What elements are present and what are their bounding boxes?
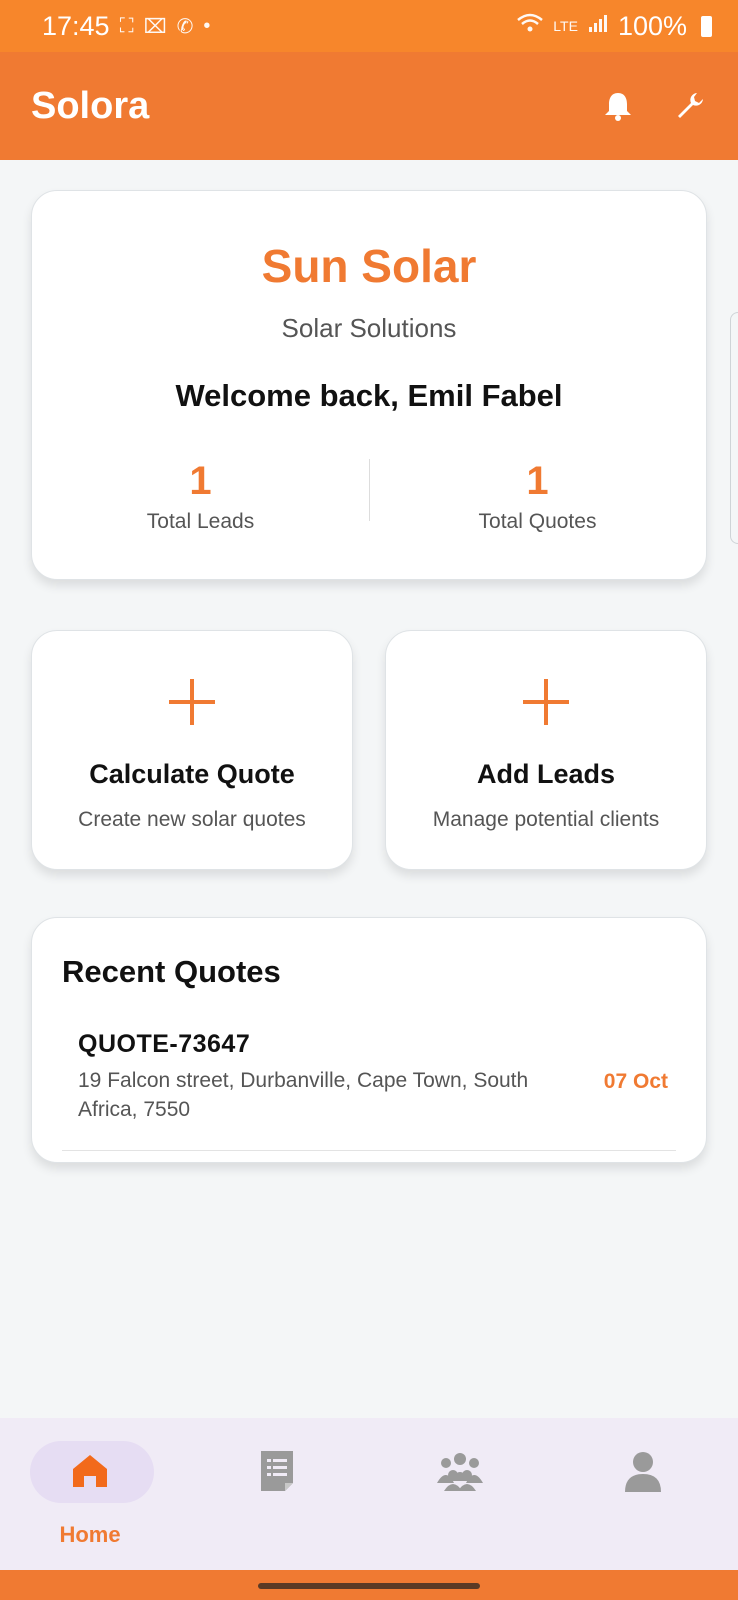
quotes-document-icon [259,1449,295,1498]
status-bar: 17:45 ⛶ ⌧ ✆ • LTE 100% [0,0,738,52]
profile-icon [623,1450,663,1497]
wrench-icon[interactable] [672,88,708,124]
stats-row: 1 Total Leads 1 Total Quotes [32,459,706,534]
bell-icon[interactable] [600,88,636,124]
gesture-handle[interactable] [258,1583,480,1589]
stat-label: Total Leads [146,510,255,533]
plus-icon [169,679,215,725]
recent-quotes-card: Recent Quotes QUOTE-73647 19 Falcon stre… [31,917,707,1163]
nav-leads[interactable] [370,1418,550,1570]
action-title: Calculate Quote [89,759,295,789]
action-subtitle: Create new solar quotes [78,808,306,831]
volte-icon: LTE [553,18,578,34]
system-navigation-bar [0,1570,738,1600]
quote-address: 19 Falcon street, Durbanville, Cape Town… [78,1069,529,1121]
nav-home[interactable]: Home [0,1418,180,1570]
app-bar: Solora [0,52,738,160]
nav-quotes[interactable] [187,1418,367,1570]
plus-icon [523,679,569,725]
stat-divider [369,459,370,521]
dot-icon: • [203,14,211,37]
signal-icon [588,13,608,39]
action-title: Add Leads [476,759,616,789]
add-leads-card[interactable]: Add Leads Manage potential clients [385,630,707,870]
home-icon [70,1452,110,1495]
status-time: 17:45 [42,10,110,41]
company-summary-card: Sun Solar Solar Solutions Welcome back, … [31,190,707,580]
battery-percent: 100% [617,10,687,41]
action-subtitle: Manage potential clients [432,808,660,831]
company-tagline: Solar Solutions [281,313,457,343]
stat-value: 1 [189,459,212,503]
screenshot-icon: ⛶ [119,14,134,37]
nav-label: Home [59,1522,121,1547]
whatsapp-icon: ✆ [176,15,194,38]
stat-total-leads: 1 Total Leads [32,459,369,534]
stat-value: 1 [526,459,549,503]
bottom-navigation: Home [0,1418,738,1570]
stat-label: Total Quotes [478,510,597,533]
edge-panel-handle[interactable] [730,312,738,544]
welcome-message: Welcome back, Emil Fabel [175,378,563,413]
wifi-icon [517,13,544,39]
calculate-quote-card[interactable]: Calculate Quote Create new solar quotes [31,630,353,870]
quote-date: 07 Oct [603,1070,668,1093]
nav-profile[interactable] [553,1418,733,1570]
leads-group-icon [436,1451,484,1496]
list-item[interactable]: QUOTE-73647 19 Falcon street, Durbanvill… [62,1030,676,1151]
app-title: Solora [31,84,150,127]
section-title: Recent Quotes [62,954,281,989]
stat-total-quotes: 1 Total Quotes [369,459,706,534]
battery-icon [701,15,712,37]
quote-id: QUOTE-73647 [78,1030,251,1058]
company-name: Sun Solar [261,240,477,292]
scan-icon: ⌧ [143,15,167,38]
